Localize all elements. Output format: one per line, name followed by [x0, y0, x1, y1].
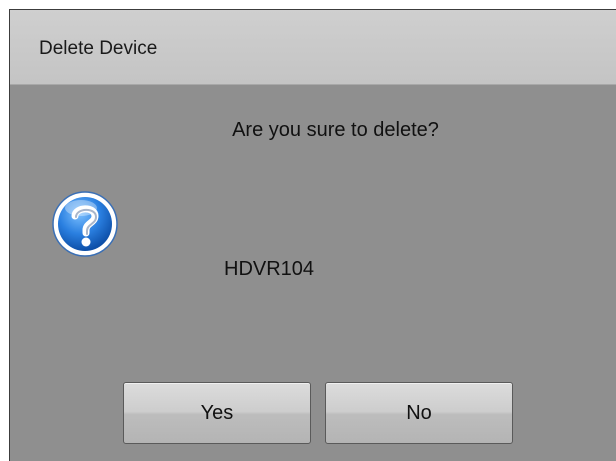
dialog-titlebar: Delete Device — [10, 10, 616, 85]
delete-device-dialog: Delete Device Are you sure to delete? HD… — [9, 9, 616, 461]
dialog-title: Delete Device — [39, 38, 158, 59]
question-icon — [51, 190, 119, 258]
device-name-label: HDVR104 — [224, 258, 315, 280]
confirm-message: Are you sure to delete? — [232, 119, 439, 141]
yes-button[interactable]: Yes — [123, 382, 311, 444]
no-button[interactable]: No — [325, 382, 513, 444]
